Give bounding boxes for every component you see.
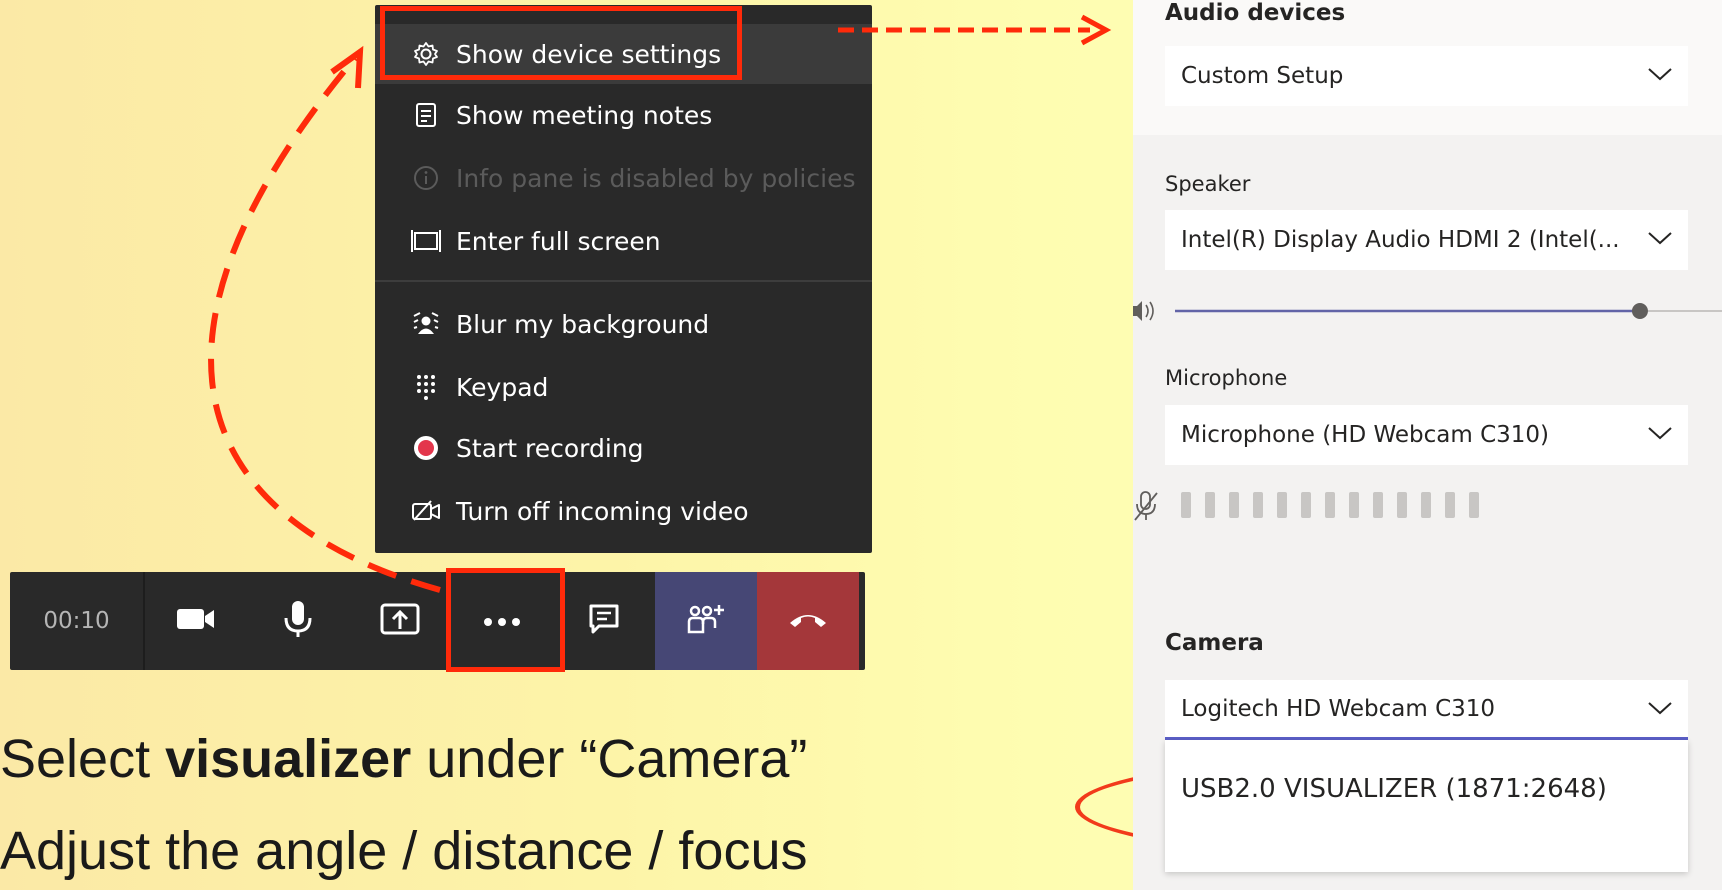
microphone-level-meter [1133, 488, 1722, 524]
camera-dropdown[interactable]: Logitech HD Webcam C310 [1165, 680, 1688, 740]
mic-level-bar [1421, 492, 1431, 518]
instruction-line-1: Select visualizer under “Camera” [0, 729, 808, 789]
camera-option-visualizer[interactable]: USB2.0 VISUALIZER (1871:2648) [1181, 774, 1607, 804]
mic-level-bar [1397, 492, 1407, 518]
mic-level-bar [1277, 492, 1287, 518]
microphone-muted-icon [1133, 490, 1159, 526]
curved-dashed-arrow [208, 56, 441, 593]
mic-level-bar [1445, 492, 1455, 518]
chevron-down-icon [1646, 423, 1674, 449]
mic-level-bar [1253, 492, 1263, 518]
device-settings-panel: Audio devices Custom Setup Speaker Intel… [1133, 0, 1722, 890]
speaker-label: Speaker [1165, 172, 1251, 196]
mic-level-bar [1325, 492, 1335, 518]
audio-devices-label: Audio devices [1165, 0, 1346, 26]
dropdown-value: Custom Setup [1181, 63, 1344, 89]
mic-level-bar [1205, 492, 1215, 518]
dropdown-value: Microphone (HD Webcam C310) [1181, 422, 1550, 448]
volume-slider-thumb[interactable] [1631, 303, 1648, 319]
camera-options-list: USB2.0 VISUALIZER (1871:2648) [1165, 740, 1688, 872]
chevron-down-icon [1646, 228, 1674, 254]
mic-level-bar [1349, 492, 1359, 518]
chevron-down-icon [1646, 64, 1674, 90]
chevron-down-icon [1646, 698, 1674, 724]
mic-level-bar [1301, 492, 1311, 518]
dropdown-value: Logitech HD Webcam C310 [1181, 695, 1496, 722]
instruction-line-2: Adjust the angle / distance / focus [0, 821, 808, 881]
microphone-dropdown[interactable]: Microphone (HD Webcam C310) [1165, 405, 1688, 465]
microphone-label: Microphone [1165, 366, 1288, 390]
dropdown-value: Intel(R) Display Audio HDMI 2 (Intel(... [1181, 227, 1620, 253]
speaker-dropdown[interactable]: Intel(R) Display Audio HDMI 2 (Intel(... [1165, 210, 1688, 270]
mic-level-bar [1229, 492, 1239, 518]
mic-level-bar [1373, 492, 1383, 518]
visualizer-emphasis: visualizer [165, 729, 412, 789]
speaker-volume-icon [1133, 301, 1154, 321]
mic-level-bar [1181, 492, 1191, 518]
speaker-volume-row [1133, 292, 1722, 332]
mic-level-bar [1469, 492, 1479, 518]
audio-devices-dropdown[interactable]: Custom Setup [1165, 46, 1688, 106]
camera-label: Camera [1165, 630, 1264, 656]
